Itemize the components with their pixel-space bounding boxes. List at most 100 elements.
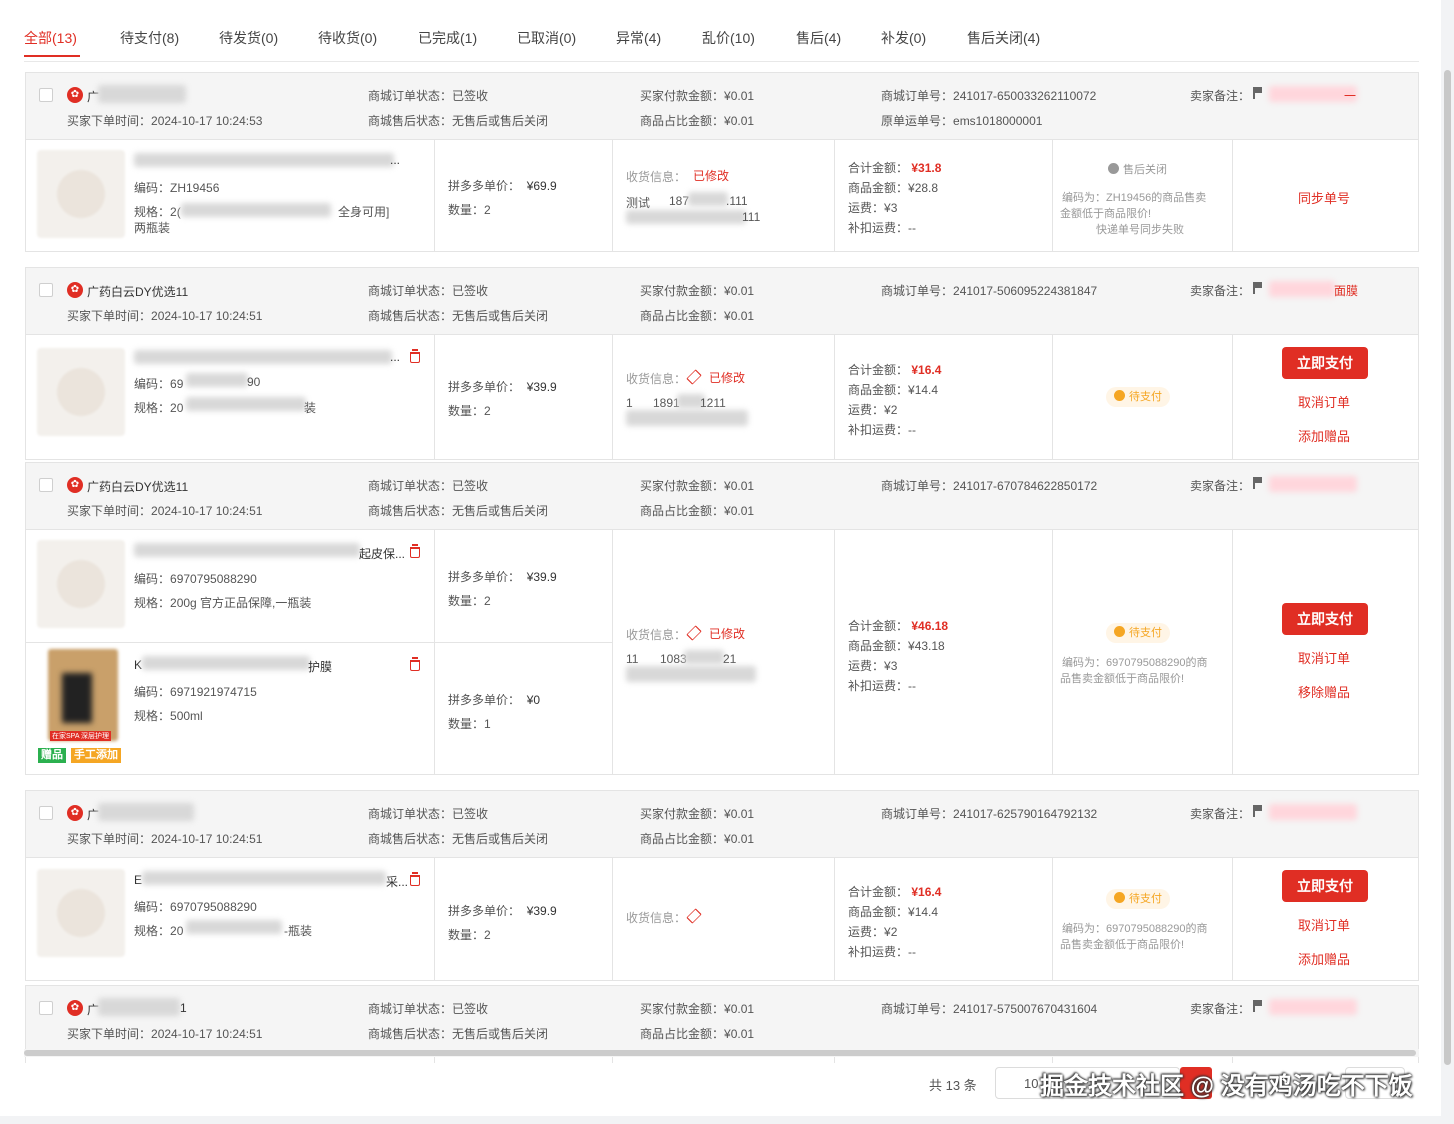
add-gift-button[interactable]: 添加赠品 (1298, 949, 1350, 968)
mall-order-no-label: 商城订单号： (881, 284, 954, 298)
order-checkbox[interactable] (39, 806, 53, 820)
spec-label: 规格： (134, 924, 171, 938)
product-spec-tail: 装 (304, 401, 317, 415)
share-amount: ¥0.01 (724, 309, 755, 323)
edit-icon[interactable] (686, 908, 702, 924)
clock-icon (1114, 390, 1125, 401)
mall-order-no[interactable]: 241017-506095224381847 (953, 284, 1097, 298)
mall-status-label: 商城订单状态： (368, 1002, 453, 1016)
vertical-scroll-thumb[interactable] (1444, 70, 1451, 1065)
cancel-order-button[interactable]: 取消订单 (1298, 915, 1350, 934)
after-status: 无售后或售后关闭 (452, 504, 549, 518)
tab-after-sale[interactable]: 售后(4) (796, 28, 841, 48)
code-label: 编码： (134, 181, 171, 195)
flag-icon[interactable] (1253, 477, 1262, 489)
after-status: 无售后或售后关闭 (452, 309, 549, 323)
qty: 2 (484, 594, 491, 608)
redacted-note (1269, 281, 1335, 297)
shop-name: 广药白云DY优选11 (87, 480, 189, 494)
qty-label: 数量： (448, 404, 485, 418)
recv-address: 111 (742, 210, 761, 224)
redacted-code (186, 373, 248, 387)
mall-status: 已签收 (452, 807, 489, 821)
redacted-note (1269, 999, 1357, 1015)
product-title: ... (390, 153, 401, 167)
deduct-freight: -- (908, 221, 917, 235)
recv-modified-link[interactable]: 已修改 (693, 167, 729, 184)
total-count: 共 13 条 (929, 1078, 977, 1093)
freight: ¥2 (884, 403, 898, 417)
edit-icon[interactable] (686, 369, 702, 385)
flag-icon[interactable] (1253, 1000, 1262, 1012)
cancel-order-button[interactable]: 取消订单 (1298, 648, 1350, 667)
freight-label: 运费： (848, 403, 885, 417)
mall-status-label: 商城订单状态： (368, 284, 453, 298)
order-checkbox[interactable] (39, 1001, 53, 1015)
vertical-scrollbar[interactable] (1441, 0, 1454, 1124)
redacted-product-title (134, 543, 360, 557)
tab-cancelled[interactable]: 已取消(0) (517, 28, 576, 48)
after-status-label: 商城售后状态： (368, 832, 453, 846)
recv-line-a: 11 (626, 652, 639, 666)
trash-icon[interactable] (410, 657, 420, 671)
manual-add-badge: 手工添加 (71, 748, 121, 763)
remove-gift-button[interactable]: 移除赠品 (1298, 682, 1350, 701)
tab-after-sale-closed[interactable]: 售后关闭(4) (967, 28, 1040, 48)
pay-now-button[interactable]: 立即支付 (1282, 870, 1368, 902)
status-badge: 待支付 (1106, 387, 1170, 407)
tab-reissue[interactable]: 补发(0) (881, 28, 926, 48)
trash-icon[interactable] (410, 349, 420, 363)
tab-all[interactable]: 全部(13) (24, 28, 77, 48)
unit-price: ¥39.9 (526, 904, 557, 918)
shop-logo-icon: ✿ (67, 805, 83, 821)
flag-icon[interactable] (1253, 282, 1262, 294)
mall-order-no[interactable]: 241017-650033262110072 (953, 89, 1096, 103)
tab-pending-ship[interactable]: 待发货(0) (219, 28, 278, 48)
mall-order-no[interactable]: 241017-670784622850172 (953, 479, 1097, 493)
horizontal-scroll-thumb[interactable] (24, 1050, 1416, 1056)
tab-pending-pay[interactable]: 待支付(8) (120, 28, 179, 48)
tab-completed[interactable]: 已完成(1) (418, 28, 477, 48)
qty-label: 数量： (448, 717, 485, 731)
add-gift-button[interactable]: 添加赠品 (1298, 426, 1350, 445)
total-amount: ¥16.4 (911, 885, 942, 899)
product-code: 69 (170, 377, 184, 391)
order-checkbox[interactable] (39, 283, 53, 297)
trash-icon[interactable] (410, 544, 420, 558)
freight-label: 运费： (848, 659, 885, 673)
pay-now-button[interactable]: 立即支付 (1282, 347, 1368, 379)
trash-icon[interactable] (410, 872, 420, 886)
recv-modified-link[interactable]: 已修改 (709, 625, 745, 642)
waybill-no[interactable]: ems1018000001 (953, 114, 1042, 128)
flag-icon[interactable] (1253, 87, 1262, 99)
mall-status-label: 商城订单状态： (368, 479, 453, 493)
flag-icon[interactable] (1253, 805, 1262, 817)
mall-order-no[interactable]: 241017-625790164792132 (953, 807, 1097, 821)
order-checkbox[interactable] (39, 88, 53, 102)
tab-price-chaos[interactable]: 乱价(10) (702, 28, 755, 48)
tab-abnormal[interactable]: 异常(4) (616, 28, 661, 48)
tab-pending-receive[interactable]: 待收货(0) (318, 28, 377, 48)
order-checkbox[interactable] (39, 478, 53, 492)
sync-waybill-button[interactable]: 同步单号 (1298, 188, 1350, 207)
seller-note-label: 卖家备注： (1190, 479, 1251, 493)
status-badge: 待支付 (1106, 623, 1170, 643)
deduct-freight-label: 补扣运费： (848, 423, 909, 437)
page-size-value: 10 (1024, 1076, 1039, 1091)
cancel-order-button[interactable]: 取消订单 (1298, 392, 1350, 411)
seller-note-label: 卖家备注： (1190, 284, 1251, 298)
unit-price-label: 拼多多单价： (448, 380, 521, 394)
edit-icon[interactable] (686, 625, 702, 641)
recv-info-label: 收货信息： (626, 170, 687, 184)
buyer-paid-label: 买家付款金额： (640, 479, 725, 493)
recv-modified-link[interactable]: 已修改 (709, 369, 745, 386)
spec-label: 规格： (134, 596, 171, 610)
buyer-paid: ¥0.01 (724, 89, 755, 103)
pay-now-button[interactable]: 立即支付 (1282, 603, 1368, 635)
mall-order-no[interactable]: 241017-575007670431604 (953, 1002, 1097, 1016)
goods-amount: ¥43.18 (908, 639, 945, 653)
order-time-label: 买家下单时间： (67, 1027, 152, 1041)
horizontal-scrollbar[interactable] (24, 1049, 1419, 1057)
mall-order-no-label: 商城订单号： (881, 807, 954, 821)
deduct-freight: -- (908, 423, 917, 437)
